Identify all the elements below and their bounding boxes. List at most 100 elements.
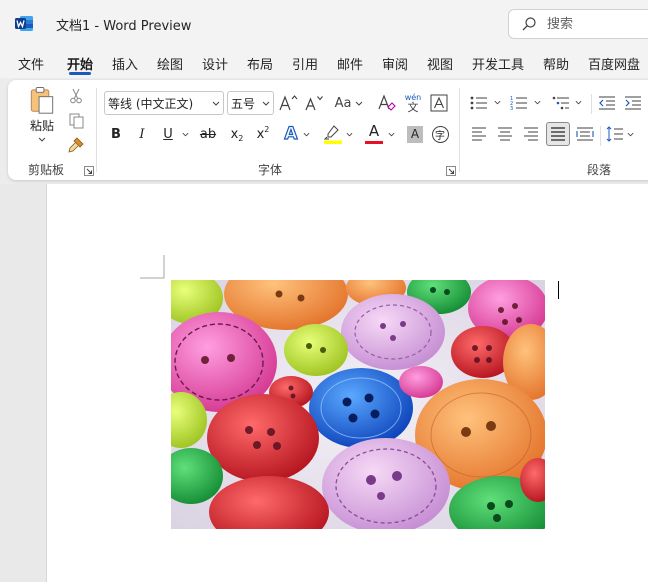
tab-review[interactable]: 审阅 xyxy=(382,54,408,73)
bullets-button[interactable] xyxy=(468,91,490,115)
distributed-icon xyxy=(576,127,594,141)
decrease-indent-button[interactable] xyxy=(596,91,618,115)
font-group-label: 字体 xyxy=(258,163,283,177)
grow-font-button[interactable] xyxy=(278,91,300,115)
margin-corner-mark xyxy=(140,255,165,279)
increase-indent-icon xyxy=(625,96,641,110)
clear-formatting-button[interactable] xyxy=(376,91,398,115)
distributed-button[interactable] xyxy=(574,123,596,145)
tab-references[interactable]: 引用 xyxy=(292,54,318,73)
text-effects-dropdown-icon[interactable] xyxy=(303,132,310,137)
paragraph-group-label: 段落 xyxy=(587,163,612,177)
text-cursor xyxy=(558,281,559,299)
tab-insert[interactable]: 插入 xyxy=(112,54,138,73)
highlight-dropdown-icon[interactable] xyxy=(346,132,353,137)
svg-text:3: 3 xyxy=(510,106,513,111)
font-color-swatch xyxy=(365,140,383,145)
grow-font-icon xyxy=(279,95,298,111)
superscript-button[interactable]: x2 xyxy=(252,123,274,145)
line-spacing-button[interactable] xyxy=(604,123,626,145)
character-border-icon xyxy=(430,94,448,112)
clipboard-group-label: 剪贴板 xyxy=(28,163,65,177)
strikethrough-button[interactable]: ab xyxy=(197,123,219,145)
subscript-button[interactable]: x2 xyxy=(226,123,248,145)
group-divider xyxy=(459,88,460,172)
character-border-button[interactable] xyxy=(428,91,450,115)
paste-button[interactable]: 粘贴 xyxy=(24,86,60,142)
scissors-icon xyxy=(70,88,82,104)
multilevel-list-button[interactable] xyxy=(550,91,572,115)
highlight-button[interactable] xyxy=(322,122,344,146)
tab-layout[interactable]: 布局 xyxy=(247,54,273,73)
bold-button[interactable]: B xyxy=(106,123,126,145)
tab-help[interactable]: 帮助 xyxy=(543,54,569,73)
align-right-button[interactable] xyxy=(520,123,542,145)
font-name-combo[interactable]: 等线 (中文正文) xyxy=(104,91,224,115)
justify-icon xyxy=(551,127,565,141)
character-shading-glyph: A xyxy=(407,125,423,143)
paste-icon xyxy=(30,86,54,114)
word-logo-icon xyxy=(15,16,33,31)
text-effects-glyph: A xyxy=(284,123,298,144)
format-painter-icon xyxy=(68,137,84,153)
tab-draw[interactable]: 绘图 xyxy=(157,54,183,73)
copy-button[interactable] xyxy=(66,111,86,131)
text-effects-button[interactable]: A xyxy=(280,123,302,145)
change-case-button[interactable]: Aa xyxy=(331,91,367,115)
phonetic-guide-button[interactable]: wén 文 xyxy=(402,89,424,117)
underline-button[interactable]: U xyxy=(158,123,178,145)
strikethrough-label: ab xyxy=(199,126,217,142)
bullets-dropdown-icon[interactable] xyxy=(494,100,501,105)
multilevel-list-icon xyxy=(552,96,569,110)
align-center-button[interactable] xyxy=(494,123,516,145)
increase-indent-button[interactable] xyxy=(622,91,644,115)
tab-mailings[interactable]: 邮件 xyxy=(337,54,363,73)
font-color-glyph: A xyxy=(368,121,380,140)
numbering-icon: 1 2 3 xyxy=(510,96,527,111)
shrink-font-icon xyxy=(305,96,323,111)
align-right-icon xyxy=(524,127,538,141)
align-left-icon xyxy=(472,127,486,141)
align-left-button[interactable] xyxy=(468,123,490,145)
tab-view[interactable]: 视图 xyxy=(427,54,453,73)
ribbon-tabs: 文件 开始 插入 绘图 设计 布局 引用 邮件 审阅 视图 开发工具 帮助 百度… xyxy=(0,46,648,78)
enclose-characters-button[interactable]: 字 xyxy=(429,123,451,145)
clear-formatting-icon xyxy=(378,94,396,111)
subscript-mark: 2 xyxy=(238,133,244,143)
character-shading-button[interactable]: A xyxy=(404,123,426,145)
numbering-button[interactable]: 1 2 3 xyxy=(508,91,530,115)
buttons-picture[interactable] xyxy=(171,280,545,529)
group-divider xyxy=(96,88,97,172)
font-launcher-icon[interactable] xyxy=(446,166,456,176)
justify-button[interactable] xyxy=(546,122,570,146)
chevron-down-icon xyxy=(356,101,363,106)
cut-button[interactable] xyxy=(66,86,86,106)
tab-baidu-netdisk[interactable]: 百度网盘 xyxy=(588,54,640,73)
font-size-combo[interactable]: 五号 xyxy=(227,91,274,115)
tab-developer[interactable]: 开发工具 xyxy=(472,54,524,73)
search-box[interactable] xyxy=(508,9,648,39)
decrease-indent-icon xyxy=(599,96,615,110)
highlighter-icon xyxy=(324,125,342,144)
tab-home[interactable]: 开始 xyxy=(67,54,93,73)
numbering-dropdown-icon[interactable] xyxy=(534,100,541,105)
tab-design[interactable]: 设计 xyxy=(202,54,228,73)
italic-button[interactable]: I xyxy=(132,123,152,145)
paste-label: 粘贴 xyxy=(29,119,54,134)
font-color-dropdown-icon[interactable] xyxy=(388,132,395,137)
search-input[interactable] xyxy=(547,15,647,33)
copy-icon xyxy=(69,113,83,129)
font-color-button[interactable]: A xyxy=(363,122,385,146)
shrink-font-button[interactable] xyxy=(304,91,326,115)
format-painter-button[interactable] xyxy=(66,135,86,155)
separator xyxy=(600,126,601,146)
italic-label: I xyxy=(139,126,145,142)
line-spacing-dropdown-icon[interactable] xyxy=(627,132,634,137)
clipboard-launcher-icon[interactable] xyxy=(84,166,94,176)
active-tab-indicator xyxy=(69,72,91,75)
superscript-mark: 2 xyxy=(264,124,270,134)
search-icon xyxy=(522,17,536,31)
underline-dropdown-icon[interactable] xyxy=(182,132,189,137)
tab-file[interactable]: 文件 xyxy=(18,54,44,73)
multilevel-list-dropdown-icon[interactable] xyxy=(575,100,582,105)
